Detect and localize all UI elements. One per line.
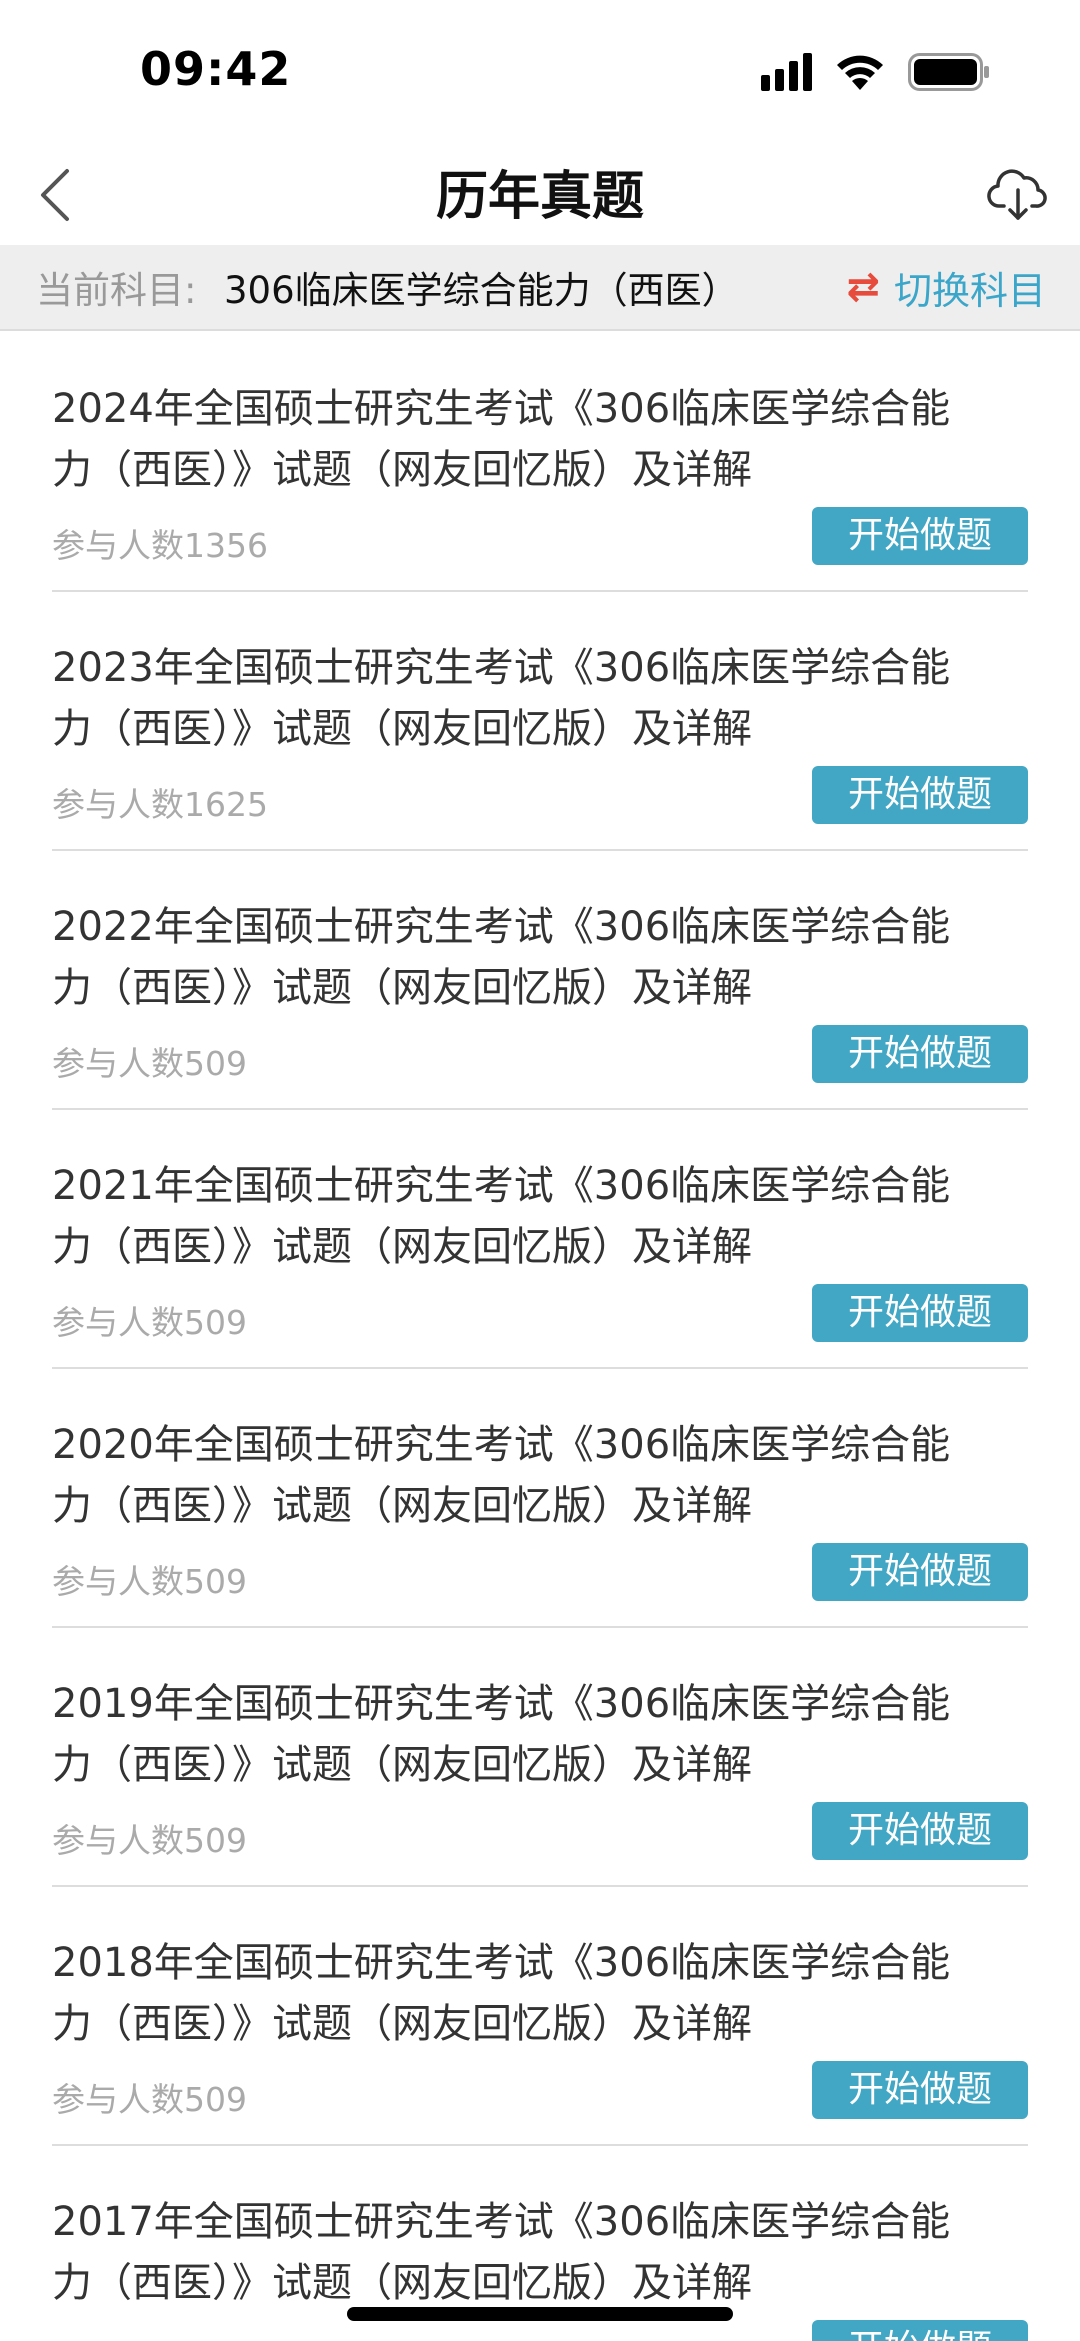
start-button[interactable]: 开始做题	[812, 507, 1028, 565]
subject-value: 306临床医学综合能力（西医）	[224, 269, 739, 312]
subject-bar: 当前科目: 306临床医学综合能力（西医） ⇄ 切换科目	[0, 245, 1080, 331]
list-item: 2023年全国硕士研究生考试《306临床医学综合能力（西医）》试题（网友回忆版）…	[52, 592, 1028, 851]
status-bar: 09:42	[0, 0, 1080, 140]
exam-title[interactable]: 2023年全国硕士研究生考试《306临床医学综合能力（西医）》试题（网友回忆版）…	[52, 638, 972, 760]
participant-count: 参与人数509	[52, 1303, 247, 1342]
start-button[interactable]: 开始做题	[812, 766, 1028, 824]
battery-icon	[908, 53, 989, 91]
subject-label: 当前科目:	[36, 269, 197, 312]
participant-count: 参与人数1625	[52, 785, 268, 824]
list-item: 2018年全国硕士研究生考试《306临床医学综合能力（西医）》试题（网友回忆版）…	[52, 1887, 1028, 2146]
switch-subject-button[interactable]: ⇄ 切换科目	[846, 260, 1046, 315]
participant-count: 参与人数1356	[52, 526, 268, 565]
exam-list: 2024年全国硕士研究生考试《306临床医学综合能力（西医）》试题（网友回忆版）…	[0, 333, 1080, 2341]
list-item: 2022年全国硕士研究生考试《306临床医学综合能力（西医）》试题（网友回忆版）…	[52, 851, 1028, 1110]
start-button[interactable]: 开始做题	[812, 2061, 1028, 2119]
exam-title[interactable]: 2024年全国硕士研究生考试《306临床医学综合能力（西医）》试题（网友回忆版）…	[52, 379, 972, 501]
list-item: 2021年全国硕士研究生考试《306临床医学综合能力（西医）》试题（网友回忆版）…	[52, 1110, 1028, 1369]
exam-title[interactable]: 2019年全国硕士研究生考试《306临床医学综合能力（西医）》试题（网友回忆版）…	[52, 1674, 972, 1796]
start-button[interactable]: 开始做题	[812, 1543, 1028, 1601]
exam-title[interactable]: 2017年全国硕士研究生考试《306临床医学综合能力（西医）》试题（网友回忆版）…	[52, 2192, 972, 2314]
signal-icon	[761, 53, 812, 91]
list-item: 2024年全国硕士研究生考试《306临床医学综合能力（西医）》试题（网友回忆版）…	[52, 333, 1028, 592]
page: 09:42 历年真题 当前科目: 306临床医学综合能力（西医） ⇄ 切换科目 …	[0, 0, 1080, 2341]
status-icons	[761, 52, 990, 92]
status-time: 09:42	[140, 42, 292, 96]
participant-count: 参与人数509	[52, 2080, 247, 2119]
participant-count: 参与人数509	[52, 1821, 247, 1860]
list-item: 2019年全国硕士研究生考试《306临床医学综合能力（西医）》试题（网友回忆版）…	[52, 1628, 1028, 1887]
start-button[interactable]: 开始做题	[812, 2320, 1028, 2341]
nav-bar: 历年真题	[0, 140, 1080, 245]
start-button[interactable]: 开始做题	[812, 1802, 1028, 1860]
wifi-icon	[837, 55, 883, 90]
exam-title[interactable]: 2018年全国硕士研究生考试《306临床医学综合能力（西医）》试题（网友回忆版）…	[52, 1933, 972, 2055]
participant-count: 参与人数509	[52, 1044, 247, 1083]
start-button[interactable]: 开始做题	[812, 1025, 1028, 1083]
exam-title[interactable]: 2022年全国硕士研究生考试《306临床医学综合能力（西医）》试题（网友回忆版）…	[52, 897, 972, 1019]
exam-title[interactable]: 2021年全国硕士研究生考试《306临床医学综合能力（西医）》试题（网友回忆版）…	[52, 1156, 972, 1278]
home-indicator[interactable]	[347, 2307, 733, 2321]
page-title: 历年真题	[435, 167, 644, 227]
swap-icon: ⇄	[846, 264, 880, 310]
participant-count: 参与人数509	[52, 1562, 247, 1601]
cloud-download-icon[interactable]	[986, 162, 1050, 226]
list-item: 2020年全国硕士研究生考试《306临床医学综合能力（西医）》试题（网友回忆版）…	[52, 1369, 1028, 1628]
switch-subject-label: 切换科目	[893, 268, 1046, 313]
exam-title[interactable]: 2020年全国硕士研究生考试《306临床医学综合能力（西医）》试题（网友回忆版）…	[52, 1415, 972, 1537]
start-button[interactable]: 开始做题	[812, 1284, 1028, 1342]
